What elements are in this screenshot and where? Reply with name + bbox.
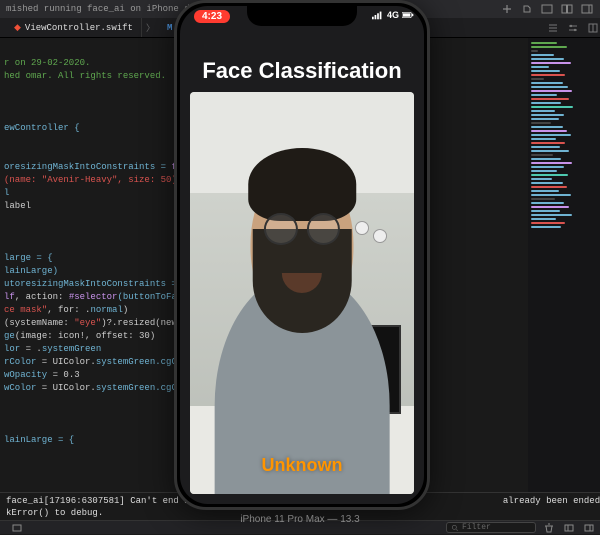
device-notch: [247, 6, 357, 26]
network-label: 4G: [387, 10, 399, 20]
method-icon: M: [167, 23, 172, 33]
camera-frame: [190, 92, 414, 494]
signal-icon: [372, 10, 384, 20]
split-icon[interactable]: [586, 21, 600, 35]
adjust-icon[interactable]: [566, 21, 580, 35]
history-icon[interactable]: [520, 2, 534, 16]
camera-preview: Unknown: [190, 92, 414, 494]
classification-result: Unknown: [190, 455, 414, 476]
ios-simulator: 4:23 4G Face Classification: [174, 0, 430, 510]
tab-viewcontroller[interactable]: ◆ ViewController.swift: [6, 18, 142, 37]
right-panel-icon[interactable]: [580, 2, 594, 16]
status-bar-time: 4:23: [194, 10, 230, 23]
app-title: Face Classification: [180, 58, 424, 84]
new-tab-icon[interactable]: [500, 2, 514, 16]
battery-icon: [402, 10, 414, 20]
breadcrumb-separator: 〉: [142, 21, 159, 34]
assistant-layout-icon[interactable]: [560, 2, 574, 16]
tab-label: ViewController.swift: [25, 23, 133, 33]
simulator-screen[interactable]: 4:23 4G Face Classification: [180, 6, 424, 504]
minimap[interactable]: [528, 38, 600, 504]
editor-layout-icon[interactable]: [540, 2, 554, 16]
status-bar-right: 4G: [372, 10, 414, 20]
simulator-caption: iPhone 11 Pro Max — 13.3: [0, 514, 600, 525]
swift-icon: ◆: [14, 23, 21, 33]
lines-icon[interactable]: [546, 21, 560, 35]
